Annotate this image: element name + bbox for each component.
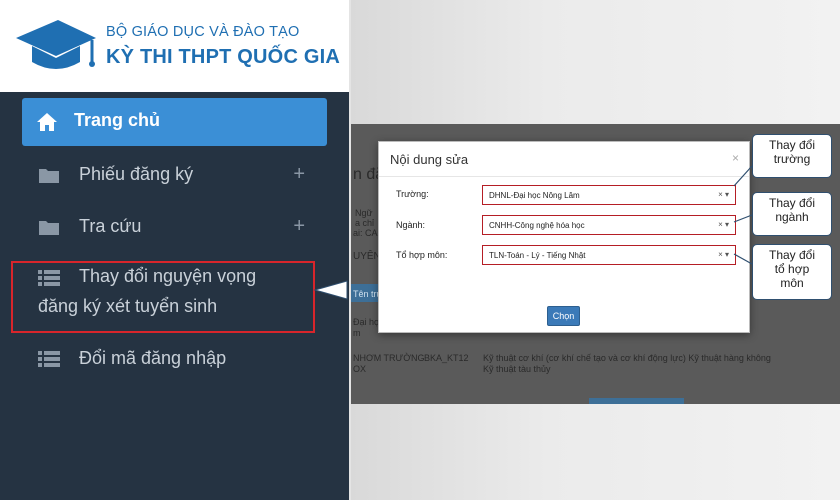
callout-line: tổ hợp: [774, 262, 810, 276]
header: BỘ GIÁO DỤC VÀ ĐÀO TẠO KỲ THI THPT QUỐC …: [0, 0, 349, 92]
modal-divider: [379, 176, 749, 177]
list-icon: [38, 351, 60, 367]
sidebar-item-home[interactable]: Trang chủ: [22, 98, 327, 146]
major-label: Ngành:: [396, 220, 426, 230]
bg-text: UYÊN: [353, 251, 381, 262]
exam-name: KỲ THI THPT QUỐC GIA: [106, 46, 340, 68]
sidebar: Trang chủ Phiếu đăng ký + Tra cứu + Thay…: [0, 92, 349, 500]
callout-line: môn: [780, 276, 804, 290]
school-select[interactable]: DHNL-Đại học Nông Lâm × ▾: [482, 185, 736, 205]
expand-icon[interactable]: +: [293, 215, 305, 238]
sidebar-item-label: Đổi mã đăng nhập: [79, 348, 227, 368]
callout-line: Thay đổi: [768, 196, 816, 210]
clear-dropdown-icon[interactable]: × ▾: [718, 250, 729, 259]
bg-text: m: [353, 328, 361, 338]
graduation-cap-icon: [16, 20, 96, 69]
sidebar-item-label: Tra cứu: [79, 216, 142, 236]
folder-icon: [39, 221, 59, 235]
sidebar-item-label: Thay đổi nguyện vọng: [79, 266, 257, 286]
choose-button[interactable]: Chọn: [547, 306, 580, 326]
expand-icon[interactable]: +: [293, 163, 305, 186]
callout-line: Thay đổi: [768, 138, 816, 152]
school-select-value: DHNL-Đại học Nông Lâm: [489, 191, 580, 200]
sidebar-item-lookup[interactable]: Tra cứu +: [22, 206, 327, 250]
bg-text: Ngữ: [355, 208, 373, 218]
ministry-name: BỘ GIÁO DỤC VÀ ĐÀO TẠO: [106, 24, 300, 40]
callout-line: trường: [773, 152, 811, 166]
sidebar-item-change-password[interactable]: Đổi mã đăng nhập: [22, 338, 327, 382]
modal-title: Nội dung sửa: [390, 152, 469, 167]
sidebar-item-registration[interactable]: Phiếu đăng ký +: [22, 154, 327, 198]
subject-group-label: Tổ hợp môn:: [396, 250, 448, 260]
sidebar-item-label: đăng ký xét tuyển sinh: [38, 296, 218, 316]
subject-group-select[interactable]: TLN-Toán - Lý - Tiếng Nhật × ▾: [482, 245, 736, 265]
major-select-value: CNHH-Công nghệ hóa học: [489, 221, 585, 230]
clear-dropdown-icon[interactable]: × ▾: [718, 190, 729, 199]
bg-text: BKA_KT12: [424, 353, 469, 363]
folder-icon: [39, 169, 59, 183]
callout-change-major: Thay đổi ngành: [752, 192, 832, 236]
callout-change-subject-group: Thay đổi tổ hợp môn: [752, 244, 832, 300]
home-icon: [37, 113, 57, 131]
bg-text: Kỹ thuật tàu thủy: [483, 364, 551, 374]
callout-change-school: Thay đổi trường: [752, 134, 832, 178]
callout-line: ngành: [775, 210, 809, 224]
sidebar-item-label: Trang chủ: [74, 110, 161, 130]
callout-line: Thay đổi: [768, 248, 816, 262]
clear-dropdown-icon[interactable]: × ▾: [718, 220, 729, 229]
subject-group-select-value: TLN-Toán - Lý - Tiếng Nhật: [489, 251, 586, 260]
bg-text: OX: [353, 364, 367, 374]
edit-modal: Nội dung sửa × Trường: DHNL-Đại học Nông…: [378, 141, 750, 333]
bg-text: Kỹ thuật cơ khí (cơ khí chế tạo và cơ kh…: [483, 353, 771, 363]
list-icon: [38, 270, 60, 286]
sidebar-item-label: Phiếu đăng ký: [79, 164, 194, 184]
school-label: Trường:: [396, 189, 429, 199]
close-icon[interactable]: ×: [732, 151, 739, 165]
major-select[interactable]: CNHH-Công nghệ hóa học × ▾: [482, 215, 736, 235]
bg-text: a chỉ: [355, 218, 375, 228]
bg-text: NHƠM TRƯỜNG: [353, 353, 425, 363]
